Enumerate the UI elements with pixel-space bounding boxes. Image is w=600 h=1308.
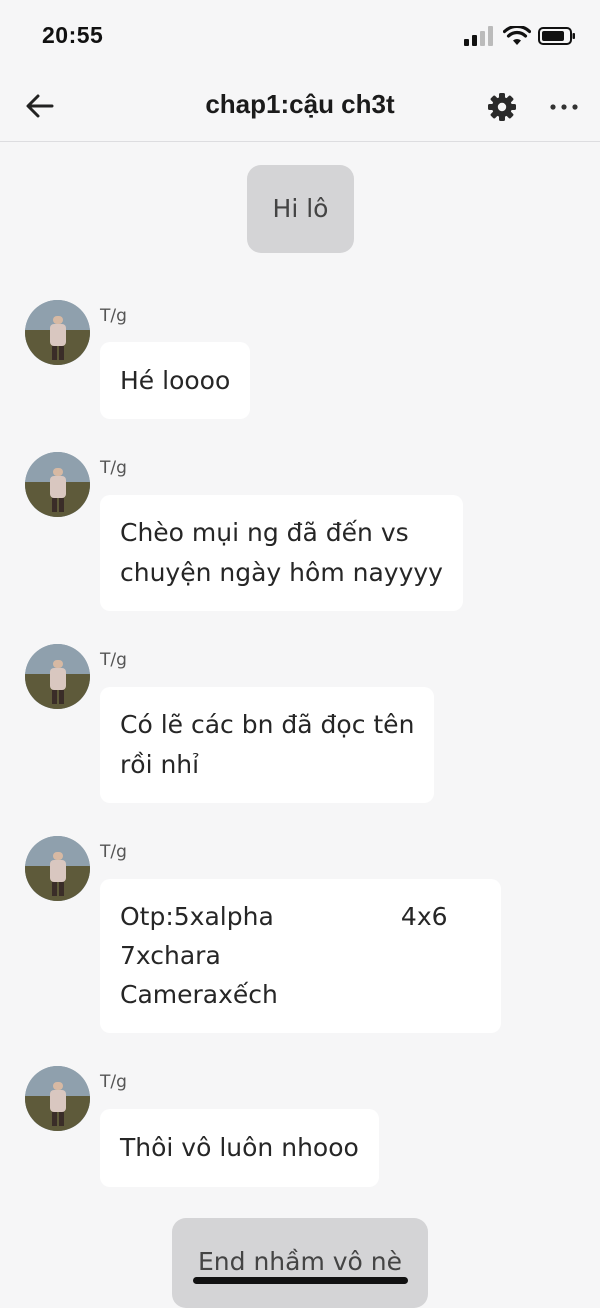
message-bubble[interactable]: Có lẽ các bn đã đọc tên rồi nhỉ: [100, 687, 435, 803]
sender-name: T/g: [100, 1072, 127, 1092]
sender-name: T/g: [100, 842, 127, 862]
chat-area[interactable]: Hi lô T/g Hé loooo T/g Chèo mụi ng đã đế…: [0, 143, 600, 1308]
sender-name: T/g: [100, 650, 127, 670]
gear-icon[interactable]: [486, 91, 518, 123]
home-indicator[interactable]: [193, 1277, 408, 1284]
sender-name: T/g: [100, 306, 127, 326]
intro-bubble: Hi lô: [247, 165, 354, 253]
more-icon[interactable]: [548, 92, 580, 122]
avatar[interactable]: [25, 300, 90, 365]
avatar[interactable]: [25, 836, 90, 901]
message-bubble[interactable]: Otp:5xalpha 4x6 7xchara Cameraxếch: [100, 879, 501, 1033]
status-time: 20:55: [42, 22, 104, 48]
outro-bubble: End nhầm vô nè: [172, 1218, 428, 1308]
message-bubble[interactable]: Hé loooo: [100, 342, 251, 419]
battery-icon: [538, 27, 575, 45]
status-bar: 20:55: [0, 0, 600, 70]
sender-name: T/g: [100, 458, 127, 478]
avatar[interactable]: [25, 1066, 90, 1131]
avatar[interactable]: [25, 452, 90, 517]
avatar[interactable]: [25, 644, 90, 709]
signal-icon: [464, 26, 493, 46]
message-bubble[interactable]: Chèo mụi ng đã đến vs chuyện ngày hôm na…: [100, 495, 463, 611]
nav-bar: chap1:cậu ch3t: [0, 70, 600, 142]
message-bubble[interactable]: Thôi vô luôn nhooo: [100, 1109, 379, 1187]
wifi-icon: [503, 26, 531, 45]
